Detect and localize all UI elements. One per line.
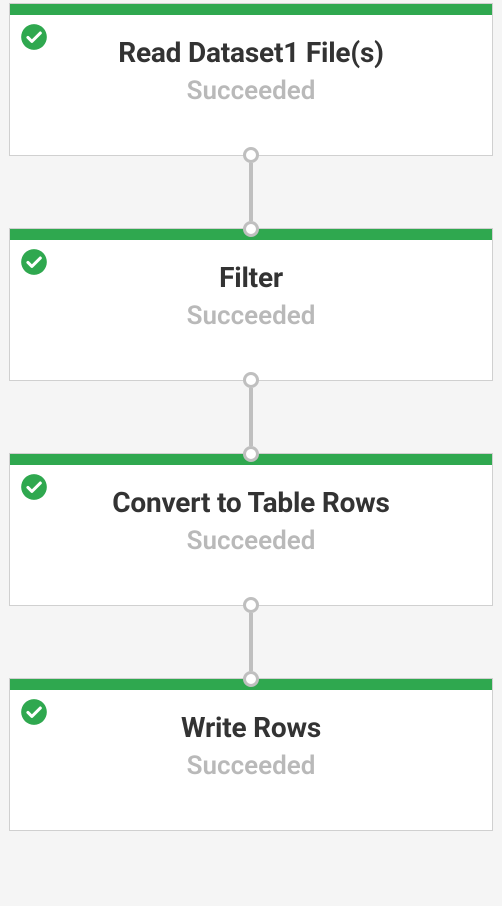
workflow-node[interactable]: Convert to Table Rows Succeeded bbox=[9, 453, 493, 606]
node-title: Filter bbox=[22, 260, 480, 295]
check-circle-icon bbox=[20, 698, 48, 726]
node-title: Convert to Table Rows bbox=[22, 485, 480, 520]
output-port-icon[interactable] bbox=[243, 147, 259, 163]
output-port-icon[interactable] bbox=[243, 372, 259, 388]
check-circle-icon bbox=[20, 248, 48, 276]
input-port-icon[interactable] bbox=[243, 671, 259, 687]
workflow-node[interactable]: Read Dataset1 File(s) Succeeded bbox=[9, 3, 493, 156]
workflow-canvas: Read Dataset1 File(s) Succeeded Filter S… bbox=[0, 0, 502, 906]
node-connector bbox=[9, 156, 493, 228]
node-status-text: Succeeded bbox=[22, 76, 480, 107]
connector-line bbox=[249, 613, 253, 671]
node-title: Write Rows bbox=[22, 710, 480, 745]
input-port-icon[interactable] bbox=[243, 446, 259, 462]
node-status-bar bbox=[10, 4, 492, 15]
check-circle-icon bbox=[20, 23, 48, 51]
check-circle-icon bbox=[20, 473, 48, 501]
input-port-icon[interactable] bbox=[243, 221, 259, 237]
node-connector bbox=[9, 606, 493, 678]
node-status-text: Succeeded bbox=[22, 526, 480, 557]
workflow-node[interactable]: Filter Succeeded bbox=[9, 228, 493, 381]
connector-line bbox=[249, 388, 253, 446]
workflow-node[interactable]: Write Rows Succeeded bbox=[9, 678, 493, 831]
node-title: Read Dataset1 File(s) bbox=[22, 35, 480, 70]
connector-line bbox=[249, 163, 253, 221]
output-port-icon[interactable] bbox=[243, 597, 259, 613]
node-connector bbox=[9, 381, 493, 453]
node-status-text: Succeeded bbox=[22, 301, 480, 332]
node-status-text: Succeeded bbox=[22, 751, 480, 782]
